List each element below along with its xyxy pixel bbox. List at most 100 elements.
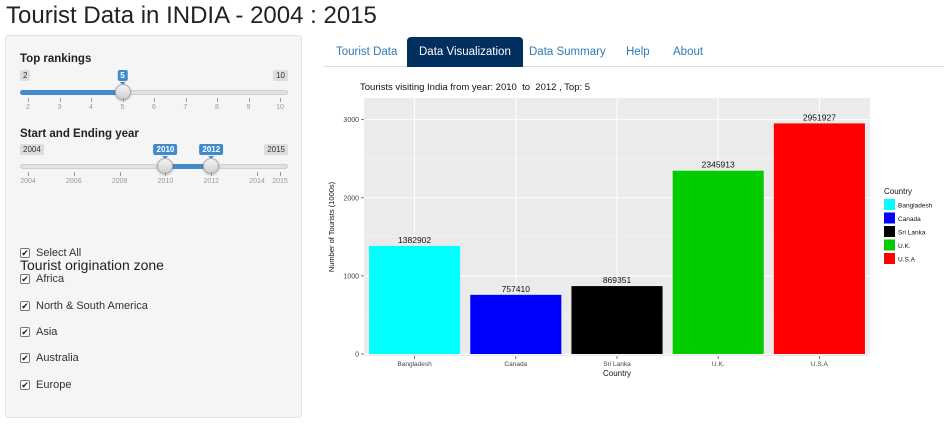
top-rankings-slider[interactable]: 2 10 5 2 3 4 5 6 7 8 9 10 [20,70,288,118]
rankings-tick-label: 5 [120,104,125,111]
rankings-tick-label: 2 [26,104,30,111]
tab-tourist-data[interactable]: Tourist Data [324,37,409,67]
years-tick-label: 2010 [157,178,174,185]
rank-min-label: 2 [20,70,31,81]
top-rankings-label: Top rankings [20,53,92,65]
rankings-tick [280,98,281,102]
zone-title: Tourist origination zone [20,257,164,273]
bar-data-label: 757410 [502,284,531,294]
legend-label: Canada [898,216,921,223]
bar [369,245,461,354]
checkbox-label: North & South America [36,299,148,312]
year-from-label: 2010 [153,144,178,159]
bar-chart: Tourists visiting India from year: 2010 … [324,76,944,406]
y-tick-label: 2000 [343,195,359,202]
rankings-tick [28,98,29,102]
years-tick-label: 2012 [203,178,220,185]
checkbox-label: Select All [36,247,82,259]
zone-checkbox-row[interactable]: ✔ Australia [20,352,79,364]
legend-label: Sri Lanka [898,230,926,237]
y-axis-title: Number of Tourists (1000s) [327,181,336,272]
years-tick [211,172,213,176]
bar-data-label: 869351 [603,275,632,285]
rankings-tick-label: 7 [183,104,188,111]
years-tick-label: 2004 [20,178,36,185]
years-tick [73,172,75,176]
tab-help[interactable]: Help [614,37,662,67]
zone-checkbox-row[interactable]: ✔ North & South America [20,300,148,312]
bar [470,294,562,354]
x-tick-label: U.K. [712,361,725,368]
year-max-label: 2015 [264,144,288,155]
zone-checkbox-row[interactable]: ✔ Europe [20,379,71,391]
x-tick-label: Sri Lanka [603,361,631,368]
checkbox-label: Europe [36,378,72,391]
year-range-label: Start and Ending year [20,128,139,140]
checkbox[interactable]: ✔ [20,353,30,364]
rank-value-label: 5 [117,70,128,85]
y-tick-label: 0 [355,352,359,359]
rankings-tick [217,98,218,102]
rank-slider-fill [20,90,123,95]
bar [571,286,663,354]
rankings-tick [122,98,124,102]
rankings-tick-label: 6 [152,104,156,111]
rankings-tick [185,98,187,102]
bar [773,123,865,354]
x-tick-label: U.S.A [811,361,829,368]
tab-data-summary[interactable]: Data Summary [517,37,618,67]
y-tick-label: 1000 [343,273,359,280]
rankings-tick-label: 8 [215,104,219,111]
zone-checkbox-row[interactable]: ✔ Select All [20,247,81,259]
year-to-label: 2012 [199,144,224,159]
years-tick [257,172,259,176]
checkbox[interactable]: ✔ [20,379,30,390]
checkbox[interactable]: ✔ [20,274,30,285]
y-tick-label: 3000 [343,117,359,124]
checkbox[interactable]: ✔ [20,326,30,337]
sidebar-panel: Top rankings 2 10 5 2 3 4 5 6 7 8 9 10 Start and… [5,35,302,418]
bar-data-label: 1382902 [398,235,431,245]
checkbox-label: Australia [36,352,79,365]
legend-swatch [884,199,895,210]
bar-data-label: 2345913 [702,160,735,170]
legend-label: U.K. [898,243,911,250]
rankings-tick [59,98,61,102]
tab-about[interactable]: About [661,37,715,67]
legend-label: U.S.A [898,257,916,264]
years-tick-label: 2008 [111,178,128,185]
checkbox-label: Asia [36,325,58,338]
rankings-tick [154,98,155,102]
zone-checkbox-row[interactable]: ✔ Africa [20,273,64,285]
chart-title: Tourists visiting India from year: 2010 … [360,82,591,93]
checkbox-label: Africa [36,273,65,286]
years-tick-label: 2006 [66,178,82,185]
rankings-tick [91,98,92,102]
checkbox[interactable]: ✔ [20,300,30,311]
year-range-slider[interactable]: 2004 2015 2010 2012 2004 2006 2008 2010 2012… [20,144,288,192]
rankings-tick-label: 10 [276,104,284,111]
years-tick [28,172,29,176]
chart-svg: 0 1000 2000 3000 1382902 Bangladesh 757410 Cana… [327,98,933,378]
year-slider-track[interactable] [20,164,288,169]
checkbox[interactable]: ✔ [20,248,30,258]
legend-swatch [884,212,895,224]
years-tick [280,172,281,176]
legend-swatch [884,253,895,264]
rank-max-label: 10 [273,70,288,81]
zone-checkbox-row[interactable]: ✔ Asia [20,326,57,338]
bar-data-label: 2951927 [803,112,836,122]
rankings-tick-label: 3 [57,104,62,111]
tab-bar: Tourist Data Data Visualization Data Summa… [324,37,944,67]
x-tick-label: Bangladesh [397,361,432,368]
tab-data-visualization[interactable]: Data Visualization [407,37,523,67]
rankings-tick-label: 4 [89,104,93,111]
legend-title: Country [884,187,912,196]
years-tick-label: 2015 [272,178,288,185]
legend-label: Bangladesh [898,203,933,210]
years-tick [165,172,167,176]
x-tick-label: Canada [504,361,527,368]
page-title: Tourist Data in INDIA - 2004 : 2015 [6,2,377,29]
bar [672,170,764,354]
legend-swatch [884,239,895,251]
